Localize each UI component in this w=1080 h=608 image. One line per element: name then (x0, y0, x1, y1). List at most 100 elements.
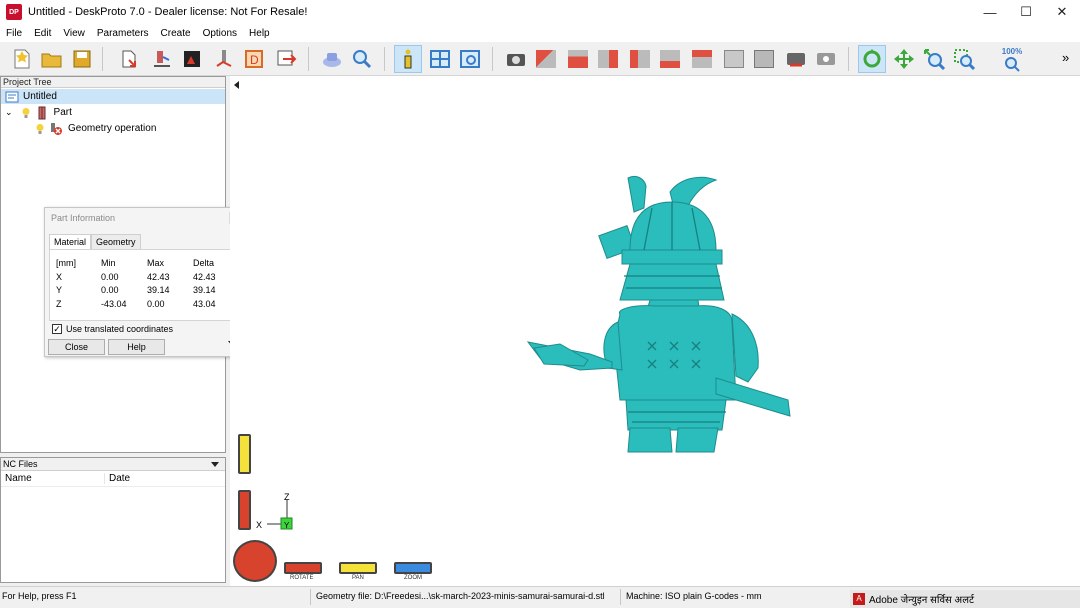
view-left-icon[interactable] (626, 45, 654, 73)
menu-options[interactable]: Options (197, 28, 243, 39)
row-x-max: 42.43 (147, 272, 170, 282)
menu-file[interactable]: File (0, 28, 28, 39)
row-z-max: 0.00 (147, 299, 165, 309)
info-icon[interactable] (394, 45, 422, 73)
toolbar-overflow-icon[interactable]: » (1062, 50, 1069, 65)
view-right-icon[interactable] (656, 45, 684, 73)
row-y-delta: 39.14 (193, 285, 216, 295)
status-bar: For Help, press F1 Geometry file: D:\Fre… (0, 586, 1080, 608)
tab-material[interactable]: Material (49, 234, 92, 249)
translated-coordinates-option[interactable]: ✓ Use translated coordinates (52, 324, 173, 334)
lightbulb-icon[interactable] (21, 107, 31, 119)
material-tab-pane: [mm] Min Max Delta X 0.00 42.43 42.43 Y … (49, 249, 242, 321)
zoom-100-icon[interactable]: 100% (998, 45, 1026, 73)
menu-view[interactable]: View (57, 28, 91, 39)
yellow-slider-control[interactable] (238, 434, 251, 474)
render-settings-icon[interactable] (812, 45, 840, 73)
close-button[interactable]: ✕ (1044, 0, 1080, 24)
bitmap-import-icon[interactable] (178, 45, 206, 73)
nc-files-dropdown-icon[interactable] (211, 462, 219, 467)
title-bar: DP Untitled - DeskProto 7.0 - Dealer lic… (0, 0, 1080, 24)
simulation-icon[interactable] (318, 45, 346, 73)
header-delta: Delta (193, 258, 215, 268)
import-part-icon[interactable] (116, 45, 144, 73)
new-file-icon[interactable] (8, 45, 36, 73)
rotate-view-icon[interactable] (858, 45, 886, 73)
pan-control[interactable] (339, 562, 377, 574)
tree-item-part[interactable]: ⌄ Part (5, 105, 72, 120)
view-window-icon[interactable] (456, 45, 484, 73)
view-iso-icon[interactable] (532, 45, 560, 73)
part-icon (38, 106, 46, 119)
tree-label-part: Part (53, 107, 72, 118)
save-icon[interactable] (68, 45, 96, 73)
dialog-title: Part Information (45, 208, 245, 228)
menu-create[interactable]: Create (155, 28, 197, 39)
header-max: Max (147, 258, 165, 268)
menu-edit[interactable]: Edit (28, 28, 57, 39)
column-date[interactable]: Date (105, 473, 130, 484)
translated-coordinates-label: Use translated coordinates (66, 324, 174, 334)
camera-icon[interactable] (502, 45, 530, 73)
nc-files-panel: NC Files Name Date (0, 457, 226, 583)
rotate-dial-control[interactable] (233, 540, 277, 582)
red-slider-control[interactable] (238, 490, 251, 530)
menu-bar: File Edit View Parameters Create Options… (0, 24, 1080, 42)
layout-view-icon[interactable] (426, 45, 454, 73)
collapse-panel-arrow-icon[interactable] (234, 81, 239, 89)
part-operation-icon[interactable] (148, 45, 176, 73)
header-unit: [mm] (56, 258, 76, 268)
row-y-min: 0.00 (101, 285, 119, 295)
status-machine: Machine: ISO plain G-codes - mm (626, 591, 762, 601)
pan-label: PAN (352, 575, 364, 581)
drawing-icon[interactable]: D (240, 45, 268, 73)
open-folder-icon[interactable] (38, 45, 66, 73)
app-icon: DP (6, 4, 22, 20)
tree-label-geometry-operation: Geometry operation (68, 123, 157, 134)
pan-view-icon[interactable] (890, 45, 918, 73)
menu-help[interactable]: Help (243, 28, 276, 39)
lightbulb-icon[interactable] (35, 123, 45, 135)
dialog-close-button[interactable]: Close (48, 339, 105, 355)
view-top-icon[interactable] (688, 45, 716, 73)
row-z-min: -43.04 (101, 299, 127, 309)
zoom-control[interactable] (394, 562, 432, 574)
toolpath-icon[interactable] (210, 45, 238, 73)
samurai-model[interactable] (520, 172, 810, 462)
export-icon[interactable] (272, 45, 300, 73)
column-name[interactable]: Name (1, 473, 105, 484)
render-camera-icon[interactable] (782, 45, 810, 73)
axis-x-label: X (256, 520, 263, 530)
3d-viewport[interactable]: Z X Y ROTATE PAN ZOOM (230, 76, 1080, 586)
row-z-label: Z (56, 299, 62, 309)
rotate-control[interactable] (284, 562, 322, 574)
operation-error-icon (51, 122, 62, 135)
nc-files-header: NC Files (1, 458, 225, 471)
nc-files-title: NC Files (3, 459, 38, 469)
view-front-icon[interactable] (564, 45, 592, 73)
view-cube-icon[interactable] (750, 45, 778, 73)
menu-parameters[interactable]: Parameters (91, 28, 155, 39)
dialog-help-button[interactable]: Help (108, 339, 165, 355)
axis-z-label: Z (284, 492, 290, 502)
maximize-button[interactable]: ☐ (1008, 0, 1044, 24)
translated-coordinates-checkbox[interactable]: ✓ (52, 324, 62, 334)
search-preview-icon[interactable] (348, 45, 376, 73)
svg-text:D: D (250, 53, 259, 67)
minimize-button[interactable]: — (972, 0, 1008, 24)
zoom-window-icon[interactable] (950, 45, 978, 73)
adobe-alert-notification[interactable]: A Adobe जेन्युइन सर्विस अलर्ट (850, 590, 1080, 608)
axis-y-label: Y (284, 521, 290, 530)
row-y-max: 39.14 (147, 285, 170, 295)
zoom-100-label: 100% (1001, 46, 1023, 56)
adobe-alert-text: Adobe जेन्युइन सर्विस अलर्ट (869, 595, 975, 606)
adobe-icon: A (853, 593, 865, 605)
zoom-in-icon[interactable] (920, 45, 948, 73)
row-z-delta: 43.04 (193, 299, 216, 309)
tree-item-geometry-operation[interactable]: Geometry operation (35, 121, 156, 136)
view-back-icon[interactable] (594, 45, 622, 73)
tree-item-untitled[interactable]: Untitled (1, 89, 225, 104)
tab-geometry[interactable]: Geometry (91, 234, 141, 249)
collapse-chevron-icon[interactable]: ⌄ (5, 107, 13, 118)
view-bottom-icon[interactable] (720, 45, 748, 73)
